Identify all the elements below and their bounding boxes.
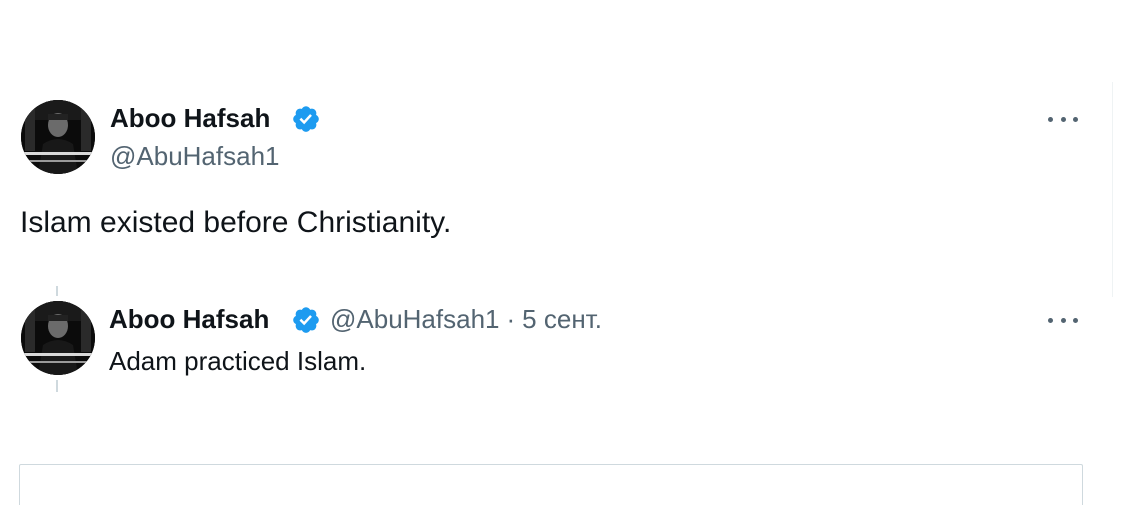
more-horizontal-icon (1048, 116, 1053, 122)
verified-badge-icon[interactable] (291, 104, 321, 134)
author-handle[interactable]: @AbuHafsah1 (110, 141, 280, 171)
quoted-author-handle[interactable]: @AbuHafsah1 (330, 304, 500, 334)
author-avatar[interactable] (21, 100, 95, 174)
meta-separator: · (506, 304, 516, 334)
tweet-detail: Aboo Hafsah @AbuHafsah1 Islam existed be… (0, 0, 1112, 505)
thread-connector-line (56, 380, 58, 392)
tweet-date[interactable]: 5 сент. (522, 304, 602, 334)
quoted-more-options-button[interactable] (1048, 310, 1078, 330)
timeline-right-border (1112, 82, 1113, 297)
avatar-photo-icon (21, 301, 95, 375)
author-display-name[interactable]: Aboo Hafsah (110, 103, 270, 133)
avatar-photo-icon (21, 100, 95, 174)
quoted-author-avatar[interactable] (21, 301, 95, 375)
more-horizontal-icon (1048, 317, 1053, 323)
quoted-tweet-text: Adam practiced Islam. (109, 346, 367, 376)
thread-connector-line (56, 286, 58, 296)
quoted-author-display-name[interactable]: Aboo Hafsah (109, 304, 269, 334)
tweet-text: Islam existed before Christianity. (20, 206, 452, 239)
more-options-button[interactable] (1048, 109, 1078, 129)
embedded-card[interactable] (19, 464, 1083, 505)
verified-badge-icon[interactable] (291, 305, 321, 335)
quoted-tweet-meta: @AbuHafsah1 · 5 сент. (330, 304, 602, 334)
